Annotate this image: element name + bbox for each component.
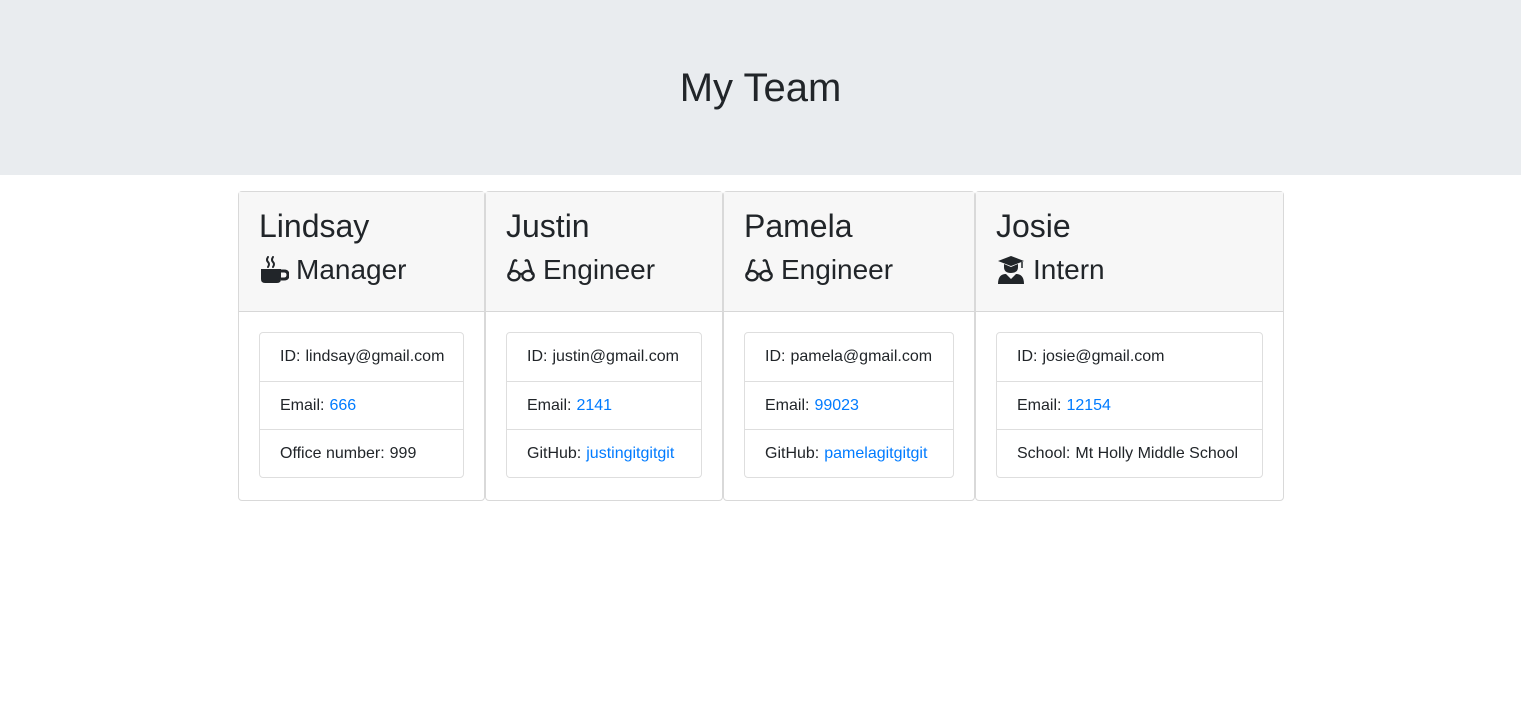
employee-role: Engineer [506,253,702,287]
info-list: ID: lindsay@gmail.com Email: 666 Office … [259,332,464,478]
email-row: Email: 2141 [507,381,701,429]
card-body: ID: pamela@gmail.com Email: 99023 GitHub… [724,312,974,498]
employee-role: Intern [996,253,1263,287]
card-header: Josie Intern [976,192,1283,312]
id-row: ID: justin@gmail.com [507,333,701,381]
role-label: Intern [1033,254,1105,285]
employee-role: Manager [259,253,464,287]
id-row: ID: pamela@gmail.com [745,333,953,381]
graduate-icon [996,255,1026,285]
school-label: School: [1017,444,1071,462]
employee-card-manager: Lindsay Manager ID: lindsay@gmail.com Em… [238,191,485,501]
employee-name: Justin [506,208,590,244]
github-link[interactable]: justingitgitgit [586,445,674,463]
card-header: Justin Engineer [486,192,722,312]
id-label: ID: [280,348,301,365]
team-cards: Lindsay Manager ID: lindsay@gmail.com Em… [238,191,1284,501]
office-number-label: Office number: [280,444,385,462]
id-value: pamela@gmail.com [790,348,933,365]
id-value: lindsay@gmail.com [305,348,445,365]
id-label: ID: [1017,348,1038,365]
employee-name: Josie [996,208,1071,244]
email-row: Email: 12154 [997,381,1262,429]
email-link[interactable]: 12154 [1066,397,1111,415]
page-title: My Team [679,65,842,110]
card-body: ID: lindsay@gmail.com Email: 666 Office … [239,312,484,498]
employee-name: Lindsay [259,208,370,244]
github-link[interactable]: pamelagitgitgit [824,445,927,463]
role-label: Engineer [781,254,894,285]
glasses-icon [744,255,774,285]
employee-role: Engineer [744,253,954,287]
glasses-icon [506,255,536,285]
email-label: Email: [280,396,325,414]
email-label: Email: [527,396,572,414]
school-value: Mt Holly Middle School [1075,444,1239,462]
card-header: Lindsay Manager [239,192,484,312]
email-link[interactable]: 666 [329,397,356,415]
email-row: Email: 666 [260,381,463,429]
github-label: GitHub: [765,444,820,462]
email-label: Email: [1017,396,1062,414]
id-label: ID: [765,348,786,365]
info-list: ID: josie@gmail.com Email: 12154 School:… [996,332,1263,478]
card-body: ID: josie@gmail.com Email: 12154 School:… [976,312,1283,498]
id-row: ID: lindsay@gmail.com [260,333,463,381]
office-number-value: 999 [389,444,417,462]
email-row: Email: 99023 [745,381,953,429]
role-label: Manager [296,254,407,285]
role-label: Engineer [543,254,656,285]
card-body: ID: justin@gmail.com Email: 2141 GitHub:… [486,312,722,498]
github-row: GitHub: pamelagitgitgit [745,429,953,477]
id-value: justin@gmail.com [552,348,679,365]
employee-card-engineer: Pamela Engineer ID: pamela@gmail.com Ema… [723,191,975,501]
github-row: GitHub: justingitgitgit [507,429,701,477]
id-row: ID: josie@gmail.com [997,333,1262,381]
employee-name: Pamela [744,208,853,244]
employee-card-intern: Josie Intern ID: josie@gmail.com Email: … [975,191,1284,501]
id-label: ID: [527,348,548,365]
employee-card-engineer: Justin Engineer ID: justin@gmail.com Ema… [485,191,723,501]
office-number-row: Office number: 999 [260,429,463,477]
id-value: josie@gmail.com [1042,348,1165,365]
github-label: GitHub: [527,444,582,462]
school-row: School: Mt Holly Middle School [997,429,1262,477]
page-header: My Team [0,0,1521,175]
email-label: Email: [765,396,810,414]
coffee-icon [259,255,289,285]
card-header: Pamela Engineer [724,192,974,312]
info-list: ID: justin@gmail.com Email: 2141 GitHub:… [506,332,702,478]
email-link[interactable]: 99023 [814,397,859,415]
email-link[interactable]: 2141 [576,397,612,415]
info-list: ID: pamela@gmail.com Email: 99023 GitHub… [744,332,954,478]
